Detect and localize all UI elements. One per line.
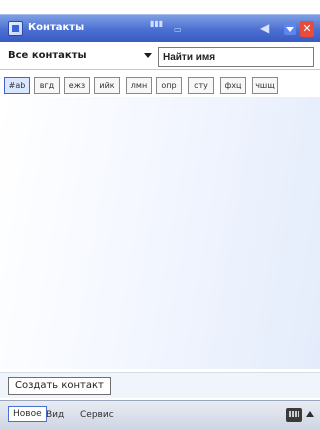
pocketpc-contacts-screen: Контакты ▮▮▮ ▭ ◀ ✕ Все контакты #ab вгд … — [0, 0, 320, 429]
title-bar: Контакты ▮▮▮ ▭ ◀ ✕ — [0, 14, 320, 42]
menu-view[interactable]: Вид — [46, 410, 64, 420]
letter-tab-7[interactable]: сту — [188, 77, 214, 94]
speaker-icon[interactable]: ◀ — [260, 21, 274, 35]
contacts-filter-dropdown[interactable]: Все контакты — [8, 50, 87, 61]
letter-tab-2[interactable]: вгд — [34, 77, 60, 94]
letter-tab-8[interactable]: фхц — [220, 77, 246, 94]
keyboard-icon[interactable] — [286, 408, 302, 422]
app-title: Контакты — [28, 22, 85, 33]
menu-bar: Новое Вид Сервис — [0, 400, 320, 429]
letter-tab-6[interactable]: опр — [156, 77, 182, 94]
letter-tab-3[interactable]: ежз — [64, 77, 90, 94]
menu-tools[interactable]: Сервис — [80, 410, 114, 420]
status-icons: ▮▮▮ ▭ — [150, 19, 210, 39]
create-contact-row: Создать контакт — [0, 372, 320, 398]
create-contact-button[interactable]: Создать контакт — [8, 377, 111, 395]
battery-icon: ▭ — [174, 25, 182, 34]
input-panel-arrow-up-icon[interactable] — [306, 411, 314, 417]
filter-row: Все контакты — [0, 44, 320, 70]
letter-tab-5[interactable]: лмн — [126, 77, 152, 94]
close-button[interactable]: ✕ — [300, 21, 314, 37]
letter-tab-1[interactable]: #ab — [4, 77, 30, 94]
menu-new[interactable]: Новое — [8, 406, 47, 422]
start-menu-dropdown-icon[interactable] — [284, 23, 296, 35]
chevron-down-icon[interactable] — [144, 53, 152, 58]
find-name-input[interactable] — [158, 47, 314, 67]
signal-icon: ▮▮▮ — [150, 19, 164, 28]
contacts-app-icon — [8, 21, 23, 36]
contacts-list[interactable] — [0, 97, 320, 369]
letter-tab-9[interactable]: чшщ — [252, 77, 278, 94]
letter-tab-4[interactable]: ийк — [94, 77, 120, 94]
letter-tabs: #ab вгд ежз ийк лмн опр сту фхц чшщ — [4, 77, 320, 95]
